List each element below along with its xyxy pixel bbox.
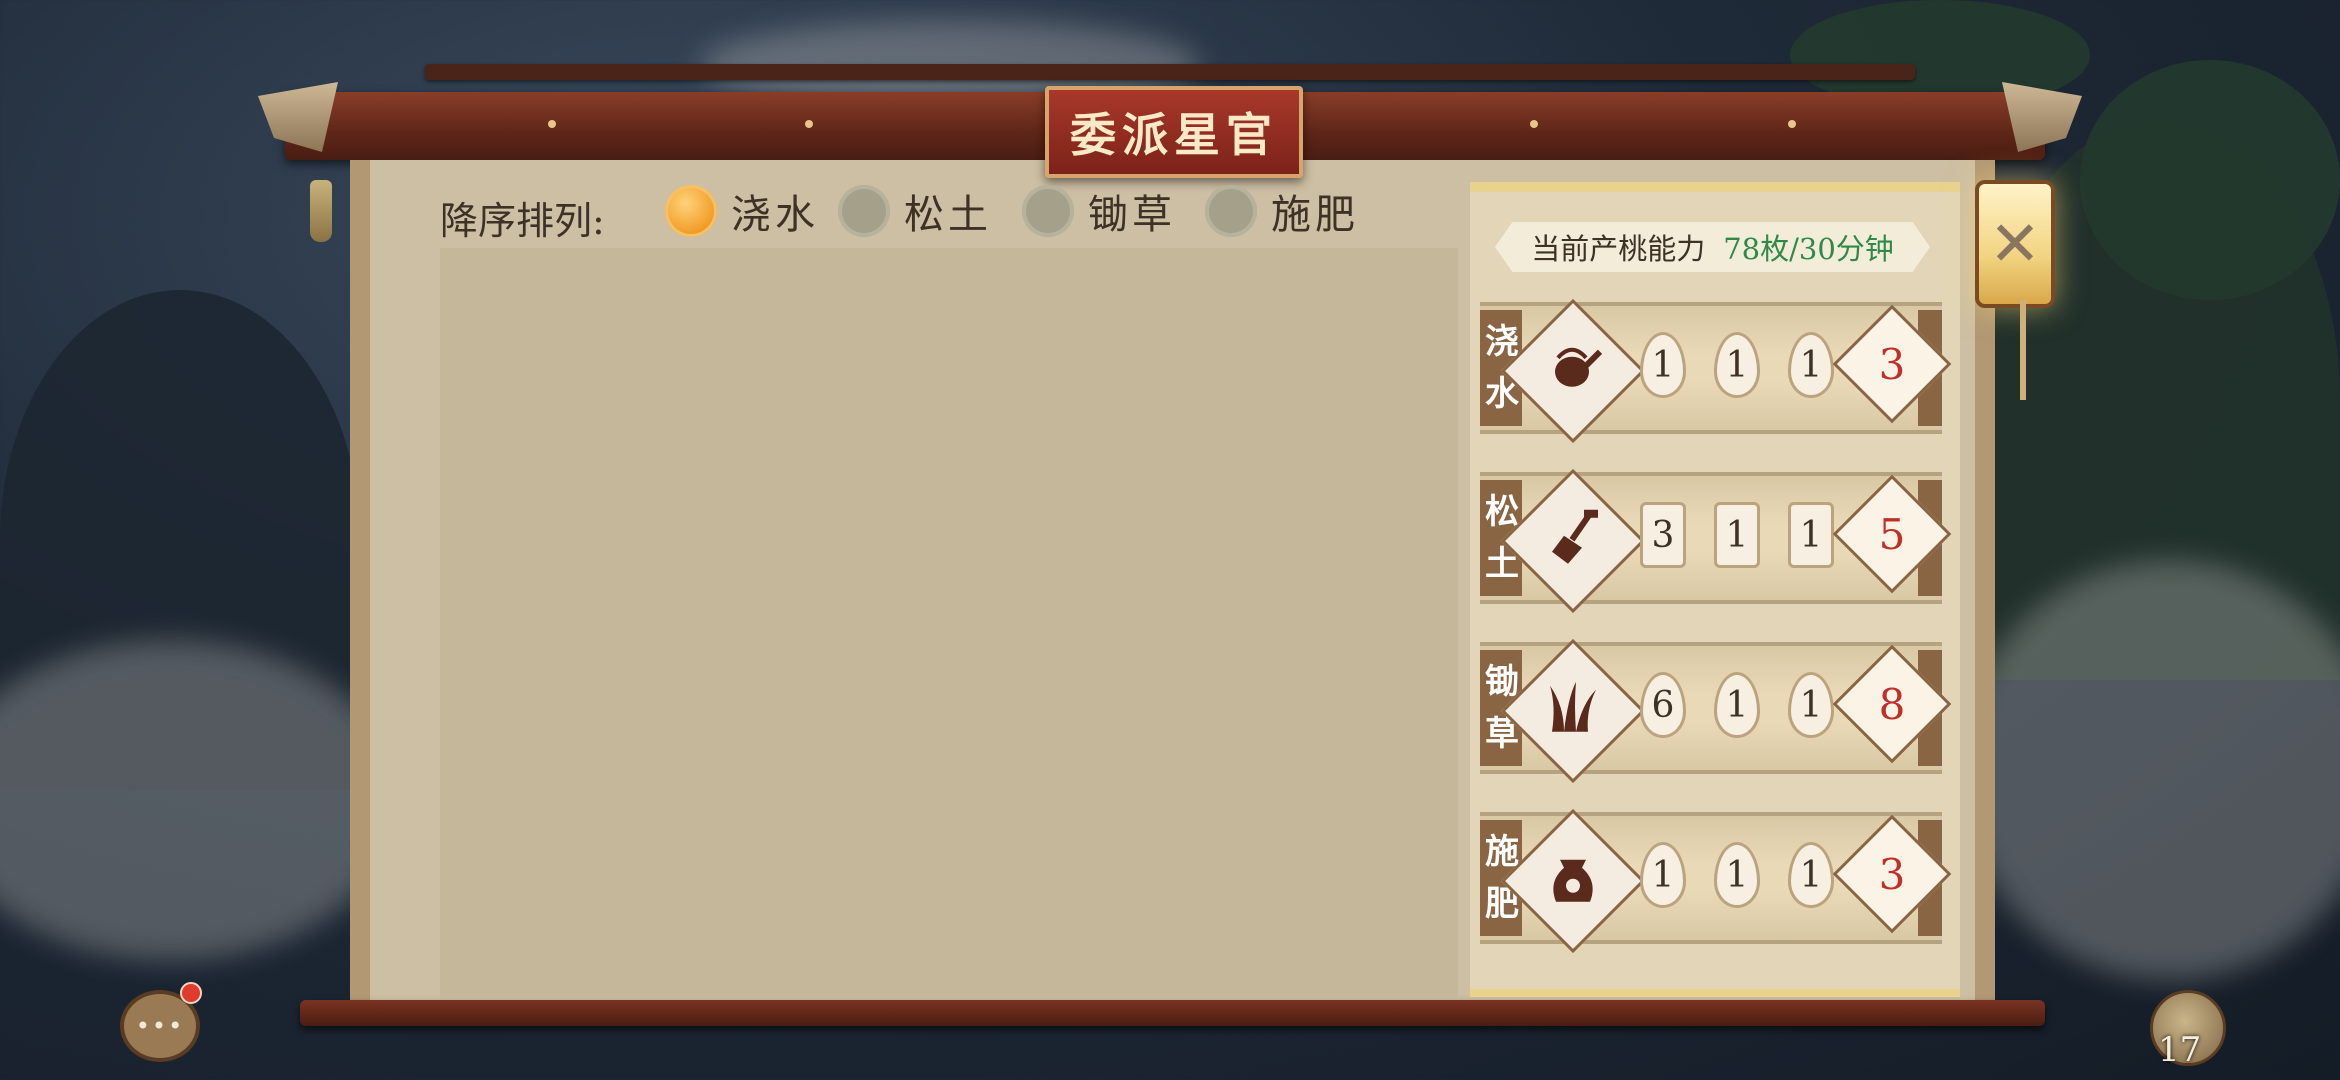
peach-count: 17 [2158, 1030, 2202, 1070]
value-slot: 1 [1714, 502, 1760, 568]
capacity-value: 78枚/30分钟 [1723, 232, 1894, 266]
close-button[interactable]: ✕ [1975, 180, 2055, 308]
sort-option-label: 施肥 [1271, 192, 1359, 238]
task-row-weed: 锄 草 6 1 1 8 [1480, 638, 1952, 784]
sort-option-fertilize[interactable]: 施肥 [1205, 182, 1359, 240]
value-slot: 3 [1640, 502, 1686, 568]
official-list-area[interactable] [440, 248, 1458, 998]
beam-ornament [805, 120, 813, 128]
bell-icon [310, 180, 332, 242]
lantern-tassel [2020, 300, 2026, 400]
sort-option-water[interactable]: 浇水 [665, 182, 819, 240]
task-row-water: 浇 水 1 1 1 3 [1480, 298, 1952, 444]
title-plaque: 委派星官 [1045, 86, 1303, 178]
capacity-banner: 当前产桃能力 78枚/30分钟 [1495, 222, 1930, 272]
notification-dot [180, 982, 202, 1004]
task-total: 8 [1878, 679, 1906, 729]
radio-unselected-icon[interactable] [1205, 185, 1257, 237]
background-tree [2080, 60, 2340, 300]
radio-selected-icon[interactable] [665, 185, 717, 237]
scroll-bottom-beam [300, 1000, 2045, 1026]
beam-ornament [548, 120, 556, 128]
radio-unselected-icon[interactable] [1022, 185, 1074, 237]
sort-option-label: 松土 [904, 192, 992, 238]
close-icon[interactable]: ✕ [1989, 213, 2041, 275]
beam-ornament [1788, 120, 1796, 128]
sort-label: 降序排列: [440, 199, 605, 243]
task-total: 3 [1878, 849, 1906, 899]
task-total: 3 [1878, 339, 1906, 389]
task-row-loosen-soil: 松 土 3 1 1 5 [1480, 468, 1952, 614]
sort-option-weed[interactable]: 锄草 [1022, 182, 1176, 240]
scroll-top-rail [425, 64, 1915, 80]
capacity-label: 当前产桃能力 [1531, 232, 1706, 266]
sort-option-label: 锄草 [1088, 192, 1176, 238]
beam-ornament [1530, 120, 1538, 128]
sort-option-label: 浇水 [731, 192, 819, 238]
task-total: 5 [1878, 509, 1906, 559]
sort-option-loosen-soil[interactable]: 松土 [838, 182, 992, 240]
page-title: 委派星官 [1070, 108, 1278, 162]
chat-icon: ••• [135, 1012, 185, 1040]
value-slot: 1 [1788, 502, 1834, 568]
radio-unselected-icon[interactable] [838, 185, 890, 237]
task-row-fertilize: 施 肥 1 1 1 3 [1480, 808, 1952, 954]
